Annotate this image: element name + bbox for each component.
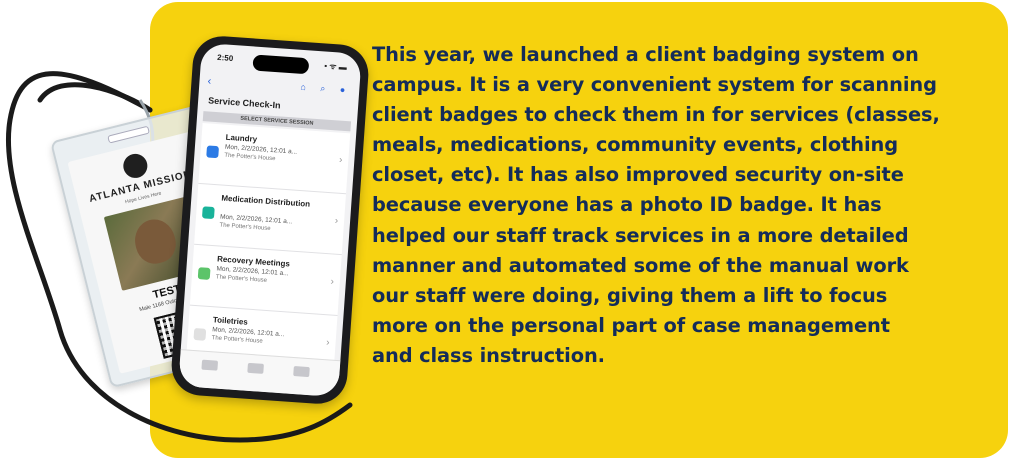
chevron-right-icon: › [325,337,330,349]
smartphone: 2:50 ▪ ᯤ ▬ ‹ ⌂ ⌕ ● Service Check-In SELE… [169,34,371,406]
service-icon [201,206,215,220]
org-logo-icon [120,151,150,181]
service-icon [193,327,207,341]
phone-screen: 2:50 ▪ ᯤ ▬ ‹ ⌂ ⌕ ● Service Check-In SELE… [178,42,362,398]
service-place: The Potter's House [211,335,263,345]
badge-slot [107,125,150,144]
status-time: 2:50 [216,52,234,64]
dynamic-island [252,54,310,75]
service-item[interactable]: Laundry Mon, 2/2/2026, 12:01 a... The Po… [198,123,351,195]
body-paragraph: This year, we launched a client badging … [372,40,987,371]
service-name: Medication Distribution [221,193,311,209]
body-line: because everyone has a photo ID badge. I… [372,193,882,217]
service-item[interactable]: Recovery Meetings Mon, 2/2/2026, 12:01 a… [189,244,342,316]
body-line: more on the personal part of case manage… [372,313,890,337]
service-list: Laundry Mon, 2/2/2026, 12:01 a... The Po… [185,123,351,377]
body-line: campus. It is a very convenient system f… [372,73,937,97]
nav-action-icons[interactable]: ⌂ ⌕ ● [300,82,351,97]
service-icon [197,267,211,280]
chevron-right-icon: › [330,276,335,288]
tab-icon[interactable] [247,362,264,374]
service-icon [206,145,220,159]
service-place: The Potter's House [219,222,271,233]
screen-title: Service Check-In [207,95,281,111]
tab-icon[interactable] [293,366,310,378]
body-line: our staff were doing, giving them a lift… [372,283,888,307]
body-line: closet, etc). It has also improved secur… [372,163,904,187]
body-line: meals, medications, community events, cl… [372,133,898,157]
body-line: helped our staff track services in a mor… [372,223,909,247]
body-line: client badges to check them in for servi… [372,103,940,127]
status-icons: ▪ ᯤ ▬ [323,61,348,72]
tab-icon[interactable] [201,359,219,371]
chevron-right-icon: › [338,154,343,166]
phone-nav-bar: ‹ ⌂ ⌕ ● [207,75,351,99]
service-place: The Potter's House [215,274,268,284]
body-line: manner and automated some of the manual … [372,253,909,277]
service-item[interactable]: Medication Distribution Mon, 2/2/2026, 1… [194,183,346,256]
body-line: and class instruction. [372,343,605,367]
back-icon[interactable]: ‹ [207,75,212,87]
service-place: The Potter's House [224,152,276,163]
body-line: This year, we launched a client badging … [372,43,919,66]
chevron-right-icon: › [334,215,339,227]
